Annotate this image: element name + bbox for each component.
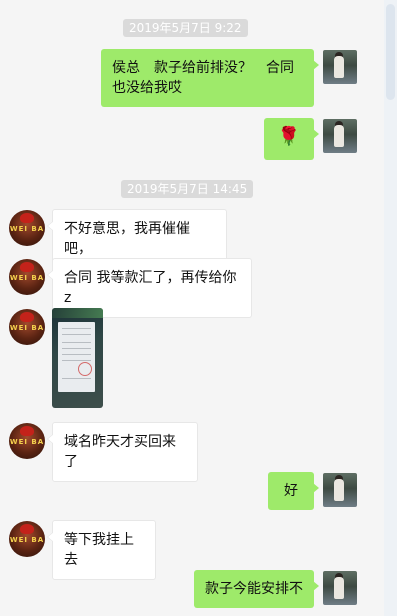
message-text: 等下我挂上去 (64, 532, 134, 568)
contact-avatar[interactable]: WEI BA (9, 423, 45, 459)
my-avatar[interactable] (323, 50, 357, 84)
my-avatar[interactable] (323, 473, 357, 507)
message-text: 域名昨天才买回来了 (64, 434, 176, 470)
chat-message-list[interactable]: 2019年5月7日 9:22 侯总 款子给前排没？ 合同也没给我哎 🌹 2019… (0, 0, 384, 616)
message-bubble-incoming[interactable]: 域名昨天才买回来了 (47, 422, 198, 482)
message-bubble-outgoing[interactable]: 🌹 (264, 118, 319, 160)
rose-emoji-icon: 🌹 (277, 126, 301, 147)
contact-avatar[interactable]: WEI BA (9, 309, 45, 345)
timestamp: 2019年5月7日 14:45 (121, 180, 254, 198)
scrollbar[interactable] (384, 0, 397, 616)
contact-avatar[interactable]: WEI BA (9, 521, 45, 557)
message-bubble-outgoing[interactable]: 侯总 款子给前排没？ 合同也没给我哎 (101, 49, 319, 107)
message-text: 好 (284, 483, 298, 499)
contact-avatar[interactable]: WEI BA (9, 259, 45, 295)
timestamp: 2019年5月7日 9:22 (123, 19, 248, 37)
message-text: 合同 我等款汇了，再传给你z (64, 270, 237, 306)
message-bubble-outgoing[interactable]: 款子今能安排不 (194, 570, 319, 608)
message-text: 侯总 款子给前排没？ 合同也没给我哎 (112, 60, 294, 96)
scrollbar-thumb[interactable] (386, 4, 395, 100)
my-avatar[interactable] (323, 119, 357, 153)
message-text: 不好意思，我再催催吧， (64, 221, 190, 257)
contact-avatar[interactable]: WEI BA (9, 210, 45, 246)
message-bubble-incoming[interactable]: 等下我挂上去 (47, 520, 156, 580)
message-text: 款子今能安排不 (205, 581, 303, 597)
message-bubble-outgoing[interactable]: 好 (268, 472, 319, 510)
my-avatar[interactable] (323, 571, 357, 605)
message-image-document[interactable] (52, 308, 103, 408)
